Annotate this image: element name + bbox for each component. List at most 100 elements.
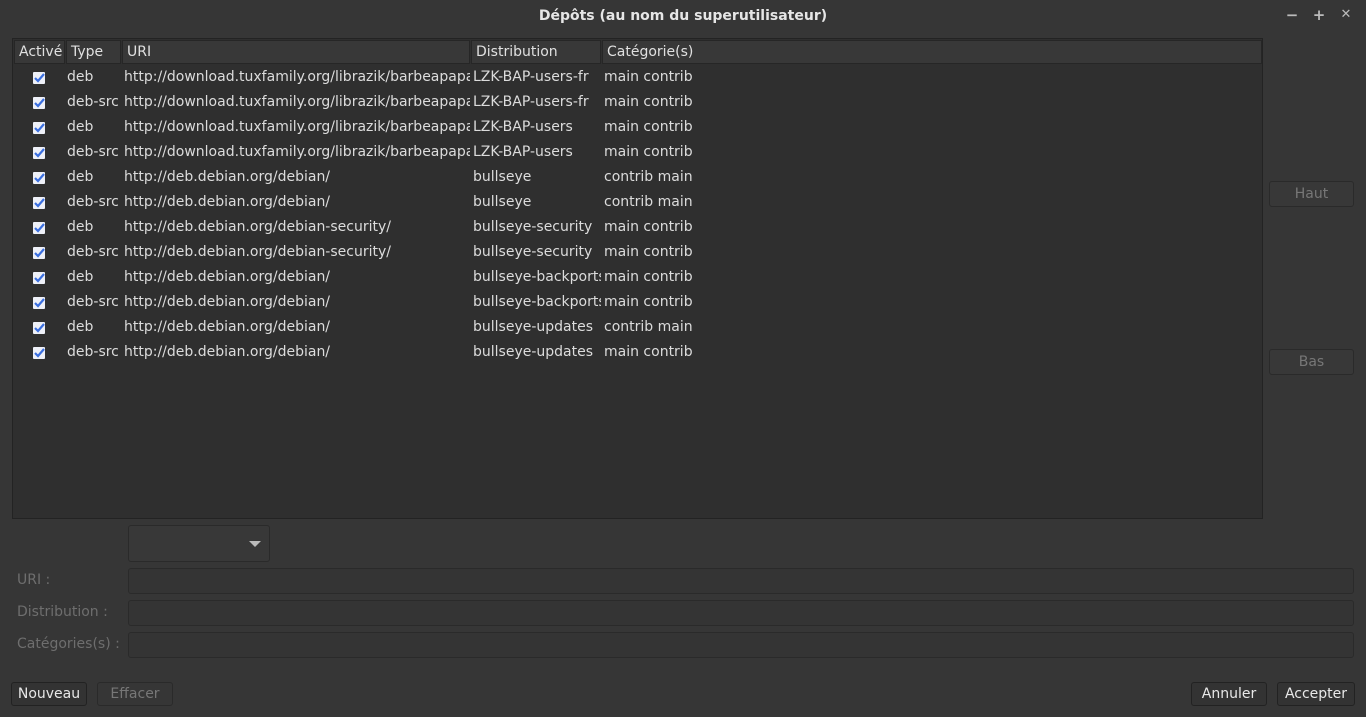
close-button[interactable]: ✕ <box>1338 7 1354 23</box>
type-cell: deb-src <box>67 94 119 110</box>
categories-cell: main contrib <box>604 344 693 360</box>
uri-cell: http://download.tuxfamily.org/librazik/b… <box>124 119 470 135</box>
uri-cell: http://deb.debian.org/debian/ <box>124 269 331 285</box>
enabled-checkbox[interactable] <box>33 322 45 334</box>
check-icon <box>34 223 45 233</box>
move-down-button[interactable]: Bas <box>1269 349 1354 375</box>
accept-button[interactable]: Accepter <box>1277 682 1355 706</box>
enabled-checkbox[interactable] <box>33 72 45 84</box>
table-row[interactable]: deb-src http://deb.debian.org/debian/ bu… <box>13 190 1262 215</box>
table-row[interactable]: deb http://deb.debian.org/debian/ bullse… <box>13 265 1262 290</box>
enabled-checkbox[interactable] <box>33 272 45 284</box>
type-cell: deb <box>67 119 94 135</box>
enabled-checkbox[interactable] <box>33 147 45 159</box>
categories-cell: contrib main <box>604 169 693 185</box>
type-cell: deb-src <box>67 294 119 310</box>
uri-input[interactable] <box>128 568 1354 594</box>
categories-cell: main contrib <box>604 69 693 85</box>
check-icon <box>34 73 45 83</box>
distribution-cell: bullseye <box>473 169 532 185</box>
type-cell: deb-src <box>67 244 119 260</box>
enabled-checkbox[interactable] <box>33 97 45 109</box>
distribution-label: Distribution : <box>17 604 108 620</box>
enabled-checkbox[interactable] <box>33 297 45 309</box>
table-row[interactable]: deb http://deb.debian.org/debian/ bullse… <box>13 315 1262 340</box>
cancel-button[interactable]: Annuler <box>1191 682 1267 706</box>
type-cell: deb-src <box>67 194 119 210</box>
categories-input[interactable] <box>128 632 1354 658</box>
uri-cell: http://download.tuxfamily.org/librazik/b… <box>124 69 470 85</box>
uri-cell: http://deb.debian.org/debian/ <box>124 344 331 360</box>
table-row[interactable]: deb http://download.tuxfamily.org/libraz… <box>13 115 1262 140</box>
type-cell: deb <box>67 169 94 185</box>
distribution-cell: bullseye-backports <box>473 294 601 310</box>
enabled-checkbox[interactable] <box>33 197 45 209</box>
distribution-cell: LZK-BAP-users <box>473 144 573 160</box>
table-row[interactable]: deb-src http://deb.debian.org/debian/ bu… <box>13 290 1262 315</box>
type-cell: deb-src <box>67 144 119 160</box>
delete-button[interactable]: Effacer <box>97 682 173 706</box>
table-row[interactable]: deb-src http://deb.debian.org/debian-sec… <box>13 240 1262 265</box>
enabled-checkbox[interactable] <box>33 222 45 234</box>
type-cell: deb <box>67 219 94 235</box>
uri-cell: http://deb.debian.org/debian/ <box>124 194 331 210</box>
type-cell: deb <box>67 269 94 285</box>
chevron-down-icon <box>249 541 261 547</box>
move-up-button[interactable]: Haut <box>1269 181 1354 207</box>
maximize-button[interactable]: + <box>1311 7 1327 23</box>
categories-cell: main contrib <box>604 269 693 285</box>
uri-label: URI : <box>17 572 51 588</box>
categories-cell: main contrib <box>604 294 693 310</box>
table-row[interactable]: deb-src http://deb.debian.org/debian/ bu… <box>13 340 1262 365</box>
categories-cell: contrib main <box>604 319 693 335</box>
table-row[interactable]: deb http://download.tuxfamily.org/libraz… <box>13 65 1262 90</box>
distribution-input[interactable] <box>128 600 1354 626</box>
enabled-checkbox[interactable] <box>33 347 45 359</box>
type-dropdown[interactable] <box>128 525 270 562</box>
table-row[interactable]: deb http://deb.debian.org/debian/ bullse… <box>13 165 1262 190</box>
enabled-checkbox[interactable] <box>33 172 45 184</box>
column-header-categories[interactable]: Catégorie(s) <box>602 40 1262 64</box>
distribution-cell: bullseye-updates <box>473 319 594 335</box>
window-title: Dépôts (au nom du superutilisateur) <box>538 8 828 24</box>
uri-cell: http://download.tuxfamily.org/librazik/b… <box>124 94 470 110</box>
column-header-type[interactable]: Type <box>66 40 121 64</box>
enabled-checkbox[interactable] <box>33 122 45 134</box>
column-header-uri[interactable]: URI <box>122 40 470 64</box>
uri-cell: http://deb.debian.org/debian-security/ <box>124 219 391 235</box>
distribution-cell: bullseye-security <box>473 219 593 235</box>
enabled-checkbox[interactable] <box>33 247 45 259</box>
column-header-distribution[interactable]: Distribution <box>471 40 601 64</box>
distribution-cell: bullseye-security <box>473 244 593 260</box>
categories-cell: main contrib <box>604 144 693 160</box>
check-icon <box>34 98 45 108</box>
uri-cell: http://deb.debian.org/debian/ <box>124 169 331 185</box>
type-cell: deb <box>67 69 94 85</box>
type-cell: deb <box>67 319 94 335</box>
uri-cell: http://deb.debian.org/debian/ <box>124 294 331 310</box>
distribution-cell: LZK-BAP-users-fr <box>473 69 589 85</box>
categories-cell: main contrib <box>604 94 693 110</box>
distribution-cell: LZK-BAP-users-fr <box>473 94 589 110</box>
check-icon <box>34 248 45 258</box>
check-icon <box>34 148 45 158</box>
check-icon <box>34 298 45 308</box>
distribution-cell: bullseye-backports <box>473 269 601 285</box>
new-button[interactable]: Nouveau <box>11 682 87 706</box>
check-icon <box>34 348 45 358</box>
categories-cell: main contrib <box>604 119 693 135</box>
type-cell: deb-src <box>67 344 119 360</box>
minimize-button[interactable]: − <box>1284 7 1300 23</box>
check-icon <box>34 123 45 133</box>
table-row[interactable]: deb http://deb.debian.org/debian-securit… <box>13 215 1262 240</box>
uri-cell: http://deb.debian.org/debian/ <box>124 319 331 335</box>
categories-cell: main contrib <box>604 244 693 260</box>
table-row[interactable]: deb-src http://download.tuxfamily.org/li… <box>13 90 1262 115</box>
uri-cell: http://download.tuxfamily.org/librazik/b… <box>124 144 470 160</box>
check-icon <box>34 273 45 283</box>
column-header-enabled[interactable]: Activé <box>14 40 65 64</box>
table-row[interactable]: deb-src http://download.tuxfamily.org/li… <box>13 140 1262 165</box>
repositories-table[interactable]: Activé Type URI Distribution Catégorie(s… <box>12 38 1263 519</box>
categories-label: Catégories(s) : <box>17 636 120 652</box>
check-icon <box>34 198 45 208</box>
